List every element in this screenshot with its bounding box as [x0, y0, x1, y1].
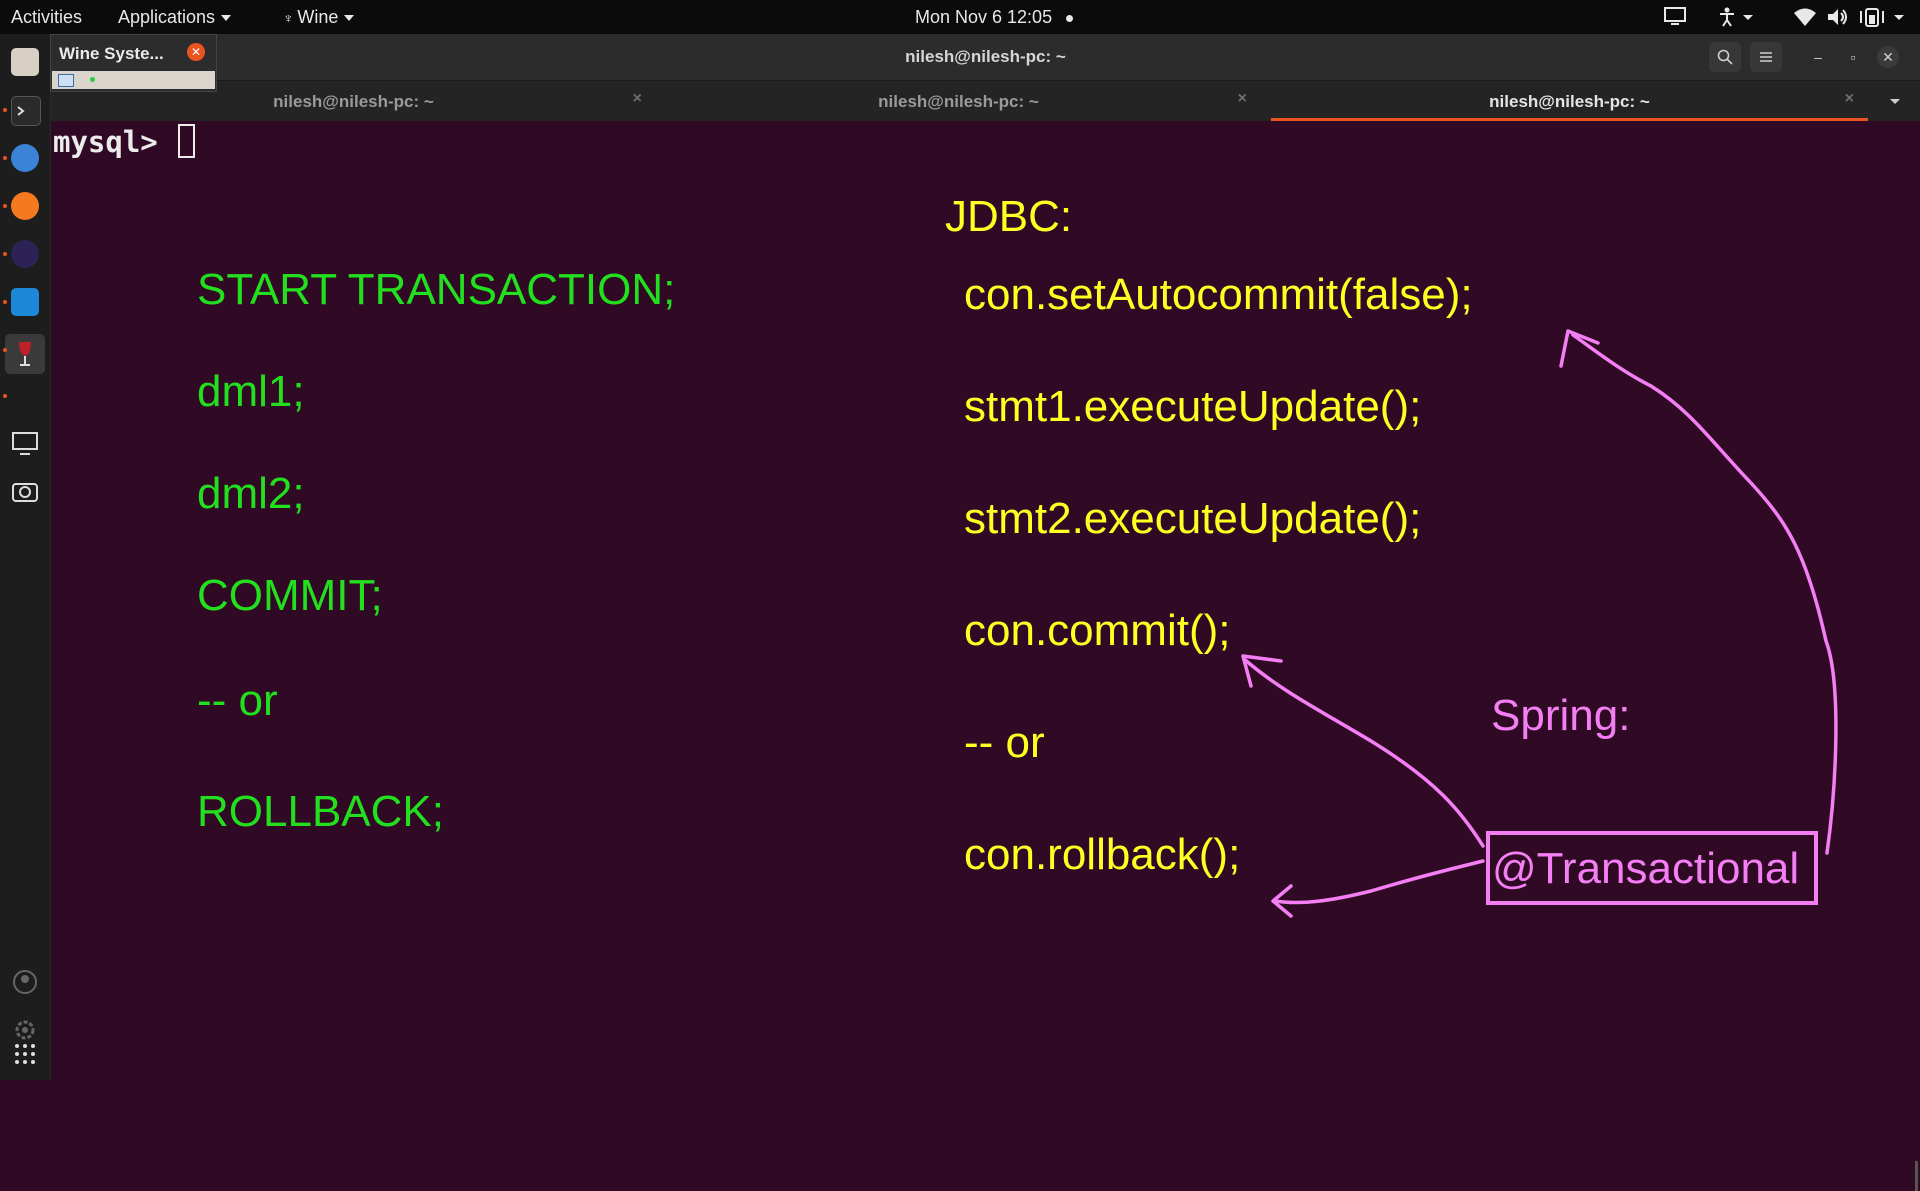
vscode-icon[interactable]	[11, 288, 39, 316]
wine-icon[interactable]	[5, 334, 45, 374]
hamburger-menu-button[interactable]	[1750, 42, 1782, 72]
terminal-window: nilesh@nilesh-pc: ~ – ▫ ✕ nilesh@nilesh-…	[51, 34, 1920, 1191]
tab-list-chevron-icon[interactable]	[1880, 81, 1910, 121]
battery-icon[interactable]	[1860, 7, 1910, 32]
running-indicator-icon	[3, 108, 7, 112]
minimize-button[interactable]: –	[1807, 46, 1829, 68]
clock[interactable]: Mon Nov 6 12:05	[915, 7, 1074, 28]
screenshot-icon[interactable]	[11, 478, 39, 506]
terminal-icon[interactable]	[11, 96, 41, 126]
tab-bar: nilesh@nilesh-pc: ~ × nilesh@nilesh-pc: …	[51, 81, 1920, 121]
show-apps-grid-icon[interactable]	[11, 1040, 39, 1068]
header-bar: nilesh@nilesh-pc: ~ – ▫ ✕	[51, 34, 1920, 81]
tab-3[interactable]: nilesh@nilesh-pc: ~ ×	[1271, 81, 1868, 121]
chevron-down-icon	[344, 15, 355, 22]
user-icon[interactable]	[11, 968, 39, 996]
window-title: nilesh@nilesh-pc: ~	[905, 47, 1066, 66]
top-bar: Activities Applications ♆ Wine Mon Nov 6…	[0, 0, 1920, 34]
running-indicator-icon	[3, 204, 7, 208]
terminal-content[interactable]: mysql> START TRANSACTION; dml1; dml2; CO…	[51, 121, 1920, 1191]
applications-menu[interactable]: Applications	[118, 7, 232, 28]
wine-label: Wine	[297, 7, 339, 27]
tray-strip	[52, 71, 215, 89]
wine-menu[interactable]: ♆ Wine	[283, 7, 355, 28]
running-indicator-icon	[3, 156, 7, 160]
display-icon[interactable]	[11, 430, 39, 458]
activities-button[interactable]: Activities	[11, 7, 82, 28]
running-indicator-icon	[3, 348, 7, 352]
tray-status-dot-icon	[90, 77, 95, 82]
tab-2[interactable]: nilesh@nilesh-pc: ~ ×	[656, 81, 1261, 121]
notification-dot-icon	[1066, 14, 1074, 22]
tray-app-icon[interactable]	[58, 74, 74, 87]
chromium-icon[interactable]	[11, 144, 39, 172]
wine-system-tray-popup[interactable]: Wine Syste... ✕	[50, 34, 217, 92]
wine-glass-icon: ♆	[283, 10, 298, 26]
arrow-to-commit	[1242, 657, 1485, 848]
accessibility-icon[interactable]	[1718, 7, 1758, 32]
tab-close-icon[interactable]: ×	[633, 90, 642, 108]
tab-close-icon[interactable]: ×	[1845, 90, 1854, 108]
close-icon[interactable]: ✕	[187, 43, 205, 61]
scrollbar[interactable]	[1915, 1161, 1918, 1191]
files-icon[interactable]	[11, 48, 39, 76]
dock	[0, 34, 51, 1080]
running-indicator-icon	[3, 252, 7, 256]
tab-label: nilesh@nilesh-pc: ~	[878, 92, 1039, 111]
running-indicator-icon	[3, 300, 7, 304]
hand-drawn-arrows	[1241, 329, 1838, 918]
running-indicator-icon	[3, 394, 7, 398]
popup-title: Wine Syste...	[59, 44, 164, 63]
search-button[interactable]	[1709, 42, 1741, 72]
applications-label: Applications	[118, 7, 216, 27]
volume-icon[interactable]	[1826, 7, 1850, 32]
maximize-button[interactable]: ▫	[1842, 46, 1864, 68]
tab-close-icon[interactable]: ×	[1238, 90, 1247, 108]
arrow-to-rollback	[1273, 859, 1485, 905]
firefox-icon[interactable]	[11, 192, 39, 220]
clock-label: Mon Nov 6 12:05	[915, 7, 1053, 27]
tab-label: nilesh@nilesh-pc: ~	[273, 92, 434, 111]
arrow-to-setautocommit	[1571, 333, 1838, 855]
close-button[interactable]: ✕	[1877, 46, 1899, 68]
screen-icon[interactable]	[1664, 7, 1686, 32]
eclipse-icon[interactable]	[11, 240, 39, 268]
tab-label: nilesh@nilesh-pc: ~	[1489, 92, 1650, 111]
chevron-down-icon	[221, 15, 232, 22]
wifi-icon[interactable]	[1793, 7, 1817, 32]
